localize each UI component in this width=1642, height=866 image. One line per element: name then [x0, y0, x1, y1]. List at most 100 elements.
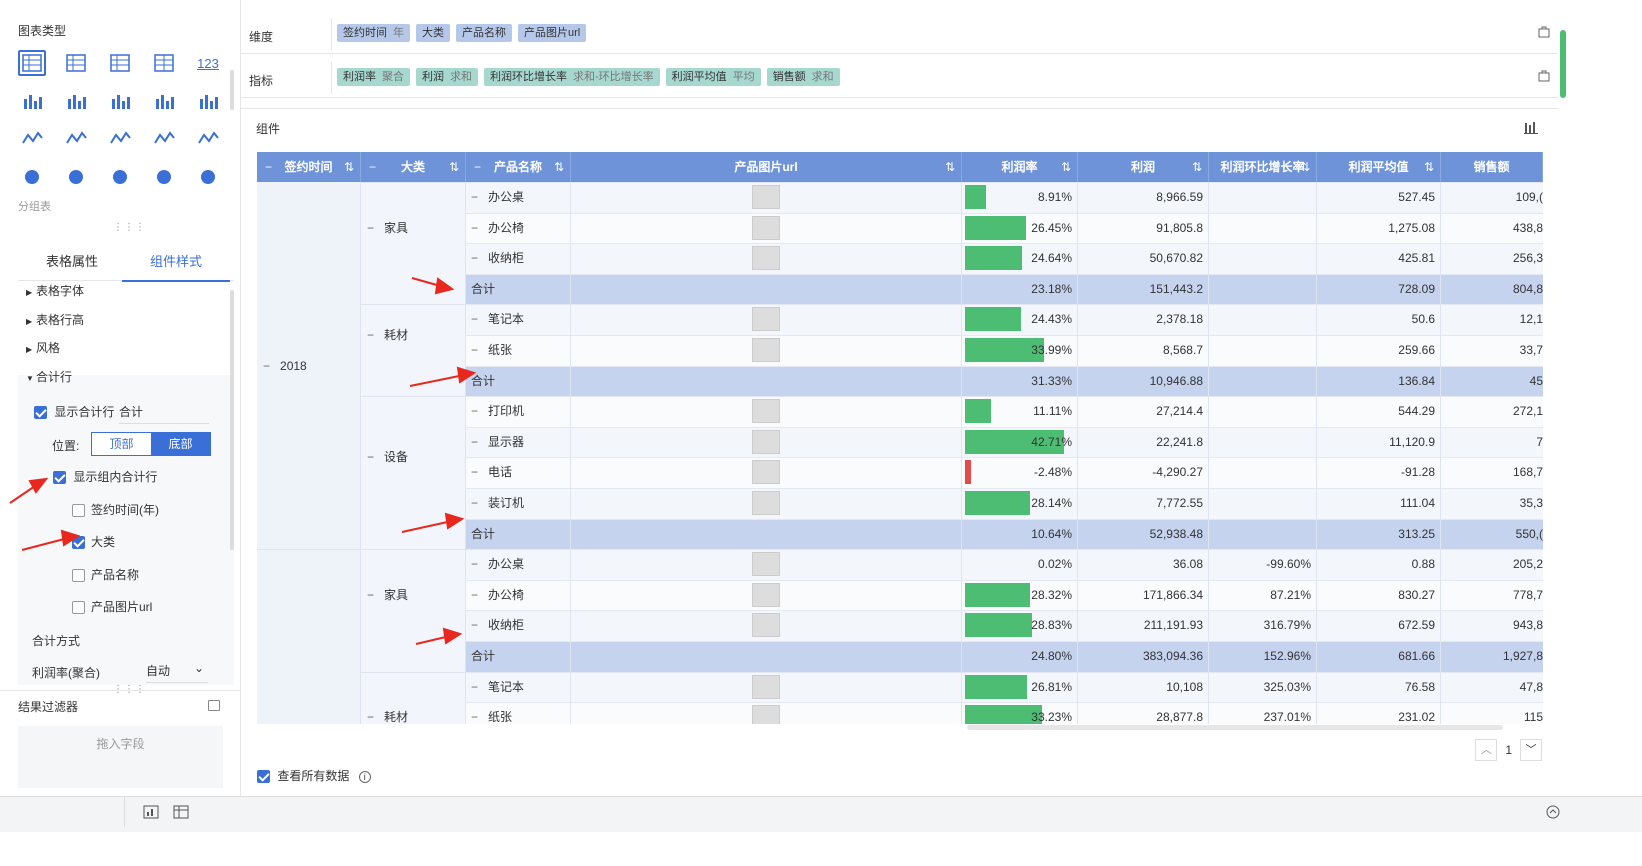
product-cell[interactable]: − 笔记本	[471, 672, 571, 702]
product-image-thumbnail[interactable]	[752, 338, 780, 362]
group-field-checkbox[interactable]	[72, 601, 85, 615]
tree-item-font[interactable]: ▶ 表格字体	[26, 282, 84, 299]
prev-page-button[interactable]: ︿	[1475, 739, 1498, 761]
collapse-icon[interactable]: −	[471, 710, 478, 724]
product-image-thumbnail[interactable]	[752, 185, 780, 209]
measure-pill[interactable]: 销售额 求和	[766, 68, 840, 86]
column-header[interactable]: 利润率 ⇅	[962, 152, 1078, 182]
sort-icon[interactable]: ⇅	[554, 152, 564, 182]
tree-item-total-row[interactable]: ▼ 合计行	[26, 368, 72, 385]
group-field-row[interactable]: 大类	[72, 533, 115, 550]
info-icon[interactable]: i	[358, 771, 371, 783]
dimension-pill[interactable]: 大类	[416, 24, 450, 42]
table-tab-icon[interactable]	[166, 797, 196, 827]
line-icon[interactable]	[62, 126, 90, 152]
column-header[interactable]: − 产品名称 ⇅	[466, 152, 571, 182]
collapse-icon[interactable]: −	[263, 359, 270, 373]
product-cell[interactable]: − 电话	[471, 457, 571, 487]
collapse-icon[interactable]: −	[367, 328, 374, 342]
dimension-pill[interactable]: 产品名称	[456, 24, 512, 42]
show-group-total-checkbox[interactable]	[53, 471, 66, 485]
sort-icon[interactable]: ⇅	[1300, 152, 1310, 182]
detail-table-icon[interactable]	[18, 50, 46, 76]
metric-method-select[interactable]: 自动 ⌄	[146, 661, 208, 683]
collapse-icon[interactable]: −	[474, 152, 481, 182]
collapse-icon[interactable]: −	[471, 221, 478, 235]
show-total-row[interactable]: 显示合计行	[34, 403, 114, 420]
product-cell[interactable]: − 显示器	[471, 427, 571, 457]
left-scrollbar[interactable]	[230, 70, 234, 110]
collapse-icon[interactable]: −	[471, 312, 478, 326]
product-image-thumbnail[interactable]	[752, 613, 780, 638]
product-image-thumbnail[interactable]	[752, 399, 780, 424]
collapse-icon[interactable]: −	[471, 557, 478, 571]
waterfall-icon[interactable]	[194, 88, 222, 114]
product-image-thumbnail[interactable]	[752, 215, 780, 240]
sort-icon[interactable]: ⇅	[945, 152, 955, 182]
sort-icon[interactable]: ⇅	[1192, 152, 1202, 182]
clear-icon[interactable]	[1538, 70, 1550, 82]
group-field-checkbox[interactable]	[72, 536, 85, 550]
clear-icon[interactable]	[1538, 26, 1550, 38]
grouped-bar-icon[interactable]	[62, 88, 90, 114]
collapse-icon[interactable]: −	[471, 465, 478, 479]
product-image-thumbnail[interactable]	[752, 705, 780, 724]
collapse-icon[interactable]: −	[367, 221, 374, 235]
rose-icon[interactable]	[62, 164, 90, 190]
show-total-checkbox[interactable]	[34, 406, 47, 420]
collapse-icon[interactable]: −	[471, 404, 478, 418]
measure-pill[interactable]: 利润率 聚合	[337, 68, 410, 86]
area-line-icon[interactable]	[18, 126, 46, 152]
collapse-icon[interactable]: −	[471, 618, 478, 632]
product-image-thumbnail[interactable]	[752, 582, 780, 607]
chart-settings-icon[interactable]	[1524, 121, 1538, 135]
drag-handle-icon[interactable]: ⋮⋮⋮	[113, 222, 146, 233]
column-header[interactable]: 销售额	[1441, 152, 1543, 182]
stacked-bar-icon[interactable]	[18, 88, 46, 114]
right-scrollbar[interactable]	[1560, 30, 1566, 98]
position-bottom-button[interactable]: 底部	[151, 433, 210, 455]
product-image-thumbnail[interactable]	[752, 491, 780, 515]
group-field-checkbox[interactable]	[72, 569, 85, 583]
tab-table-props[interactable]: 表格属性	[18, 251, 126, 280]
collapse-icon[interactable]: −	[471, 343, 478, 357]
product-cell[interactable]: − 收纳柜	[471, 243, 571, 273]
product-image-thumbnail[interactable]	[752, 674, 780, 699]
column-header[interactable]: 产品图片url ⇅	[571, 152, 962, 182]
collapse-icon[interactable]: −	[471, 496, 478, 510]
group-table-icon[interactable]	[62, 50, 90, 76]
scatter-icon[interactable]	[150, 164, 178, 190]
column-header[interactable]: − 大类 ⇅	[361, 152, 466, 182]
sort-icon[interactable]: ⇅	[449, 152, 459, 182]
collapse-icon[interactable]	[1538, 797, 1568, 827]
product-cell[interactable]: − 办公椅	[471, 580, 571, 610]
horizontal-scrollbar[interactable]	[967, 725, 1503, 730]
category-cell[interactable]: − 设备	[361, 442, 466, 472]
bubble-icon[interactable]	[194, 164, 222, 190]
collapse-icon[interactable]: −	[471, 251, 478, 265]
dimension-pill[interactable]: 签约时间年	[337, 24, 410, 42]
tree-item-style[interactable]: ▶ 风格	[26, 339, 60, 356]
measure-pill[interactable]: 利润环比增长率 求和-环比增长率	[484, 68, 660, 86]
product-cell[interactable]: − 装订机	[471, 488, 571, 518]
filter-drop-zone[interactable]: 拖入字段	[18, 726, 223, 788]
sort-icon[interactable]: ⇅	[344, 152, 354, 182]
horizontal-bar-icon[interactable]	[150, 88, 178, 114]
product-image-thumbnail[interactable]	[752, 460, 780, 485]
product-cell[interactable]: − 纸张	[471, 335, 571, 365]
gauge-icon[interactable]	[194, 126, 222, 152]
sort-icon[interactable]: ⇅	[1424, 152, 1434, 182]
product-cell[interactable]: − 纸张	[471, 702, 571, 724]
sort-icon[interactable]: ⇅	[1061, 152, 1071, 182]
column-header[interactable]: 利润平均值 ⇅	[1317, 152, 1441, 182]
chart-tab-icon[interactable]	[136, 797, 166, 827]
product-cell[interactable]: − 笔记本	[471, 304, 571, 334]
column-header[interactable]: 利润 ⇅	[1078, 152, 1209, 182]
view-all-checkbox[interactable]	[257, 770, 270, 784]
dashboard-icon[interactable]	[150, 50, 178, 76]
product-image-thumbnail[interactable]	[752, 552, 780, 577]
product-cell[interactable]: − 收纳柜	[471, 610, 571, 640]
tree-item-row-height[interactable]: ▶ 表格行高	[26, 311, 84, 328]
pie-icon[interactable]	[18, 164, 46, 190]
column-header[interactable]: − 签约时间 ⇅	[257, 152, 361, 182]
